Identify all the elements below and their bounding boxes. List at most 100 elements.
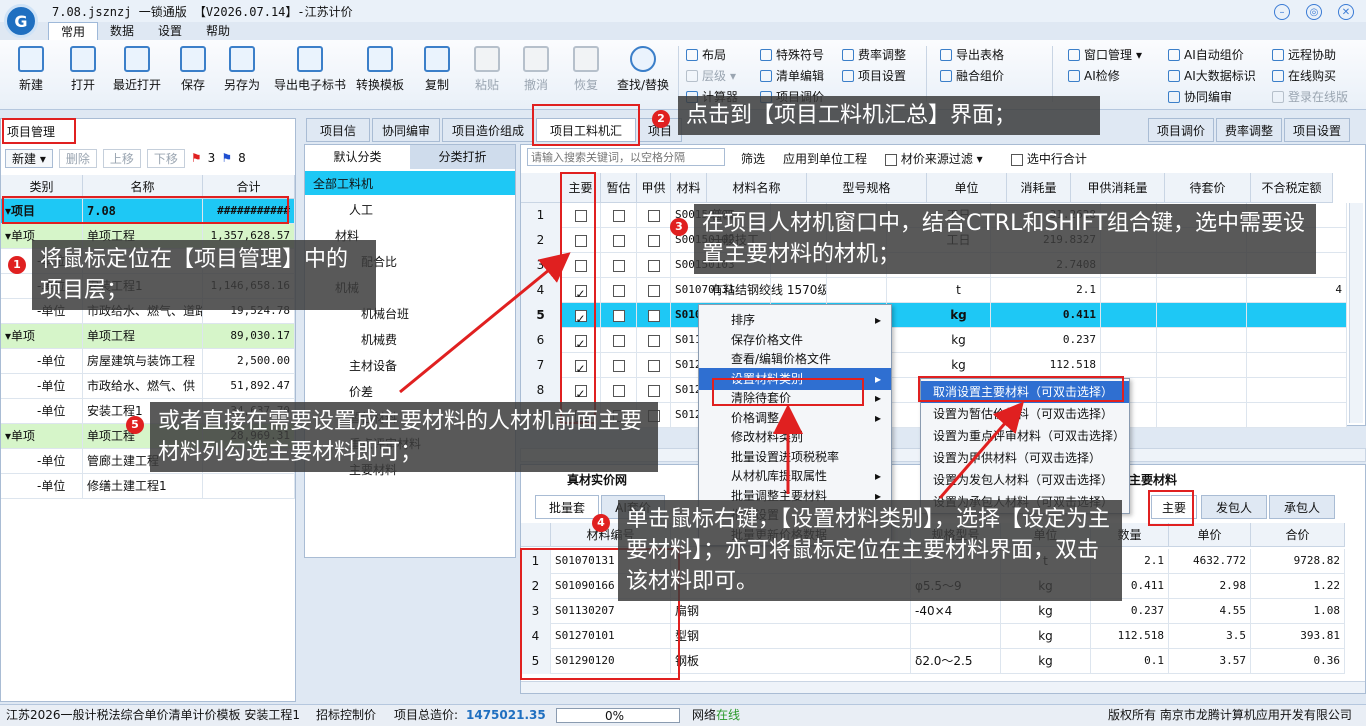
supply-material-checkbox[interactable] xyxy=(647,259,660,272)
online-buy-button[interactable]: 在线购买 xyxy=(1272,67,1336,84)
tab-project-info[interactable]: 项目信息 xyxy=(306,118,370,162)
filter-button[interactable]: 筛选 xyxy=(741,150,765,167)
est-material-checkbox[interactable] xyxy=(612,284,625,297)
main-material-checkbox[interactable] xyxy=(574,332,587,353)
material-row[interactable]: 7S0127kg112.518 xyxy=(521,353,1347,378)
delete-button[interactable]: 删除 xyxy=(58,148,97,168)
category-item[interactable]: 主材设备 xyxy=(349,357,397,374)
tab-employer[interactable]: 发包人 xyxy=(1201,495,1267,519)
main-material-row[interactable]: 3 S01130207 扁钢 -40×4 kg 0.237 4.55 1.08 xyxy=(521,599,1345,624)
source-filter-checkbox[interactable] xyxy=(885,153,897,166)
submenu-item[interactable]: 设置为暂估价材料（可双击选择） xyxy=(921,403,1129,425)
submenu-item[interactable]: 取消设置主要材料（可双击选择） xyxy=(921,381,1129,403)
tab-contractor[interactable]: 承包人 xyxy=(1269,495,1335,519)
selected-sum-toggle[interactable]: 选中行合计 xyxy=(1011,150,1087,167)
submenu-item[interactable]: 设置为重点评审材料（可双击选择） xyxy=(921,425,1129,447)
export-table-button[interactable]: 导出表格 xyxy=(940,46,1004,63)
bill-edit-button[interactable]: 清单编辑 xyxy=(760,67,824,84)
supply-material-checkbox[interactable] xyxy=(647,359,660,372)
col-header-type[interactable]: 类别 xyxy=(1,175,83,199)
grid-col-header[interactable]: 主要 xyxy=(561,173,601,203)
grid-col-header[interactable]: 不合税定额 xyxy=(1251,173,1333,203)
tab-settings[interactable]: 设置 xyxy=(146,22,194,40)
supply-material-checkbox[interactable] xyxy=(647,309,660,322)
main-material-checkbox[interactable] xyxy=(574,234,587,247)
submenu-item[interactable]: 设置为发包人材料（可双击选择） xyxy=(921,469,1129,491)
remote-assist-button[interactable]: 远程协助 xyxy=(1272,46,1336,63)
material-search-input[interactable] xyxy=(527,148,725,166)
est-material-checkbox[interactable] xyxy=(612,209,625,222)
apply-to-unit-button[interactable]: 应用到单位工程 xyxy=(783,150,867,167)
restore-icon[interactable]: ◎ xyxy=(1306,4,1322,20)
level-button[interactable]: 层级 ▾ xyxy=(686,67,736,84)
tab-default-category[interactable]: 默认分类 xyxy=(305,145,410,169)
main-material-checkbox[interactable] xyxy=(574,259,587,272)
project-tree-row[interactable]: -单位 修缮土建工程1 xyxy=(1,474,295,499)
submenu-item[interactable]: 设置为甲供材料（可双击选择） xyxy=(921,447,1129,469)
recent-open-button[interactable]: 最近打开 xyxy=(113,46,161,93)
layout-button[interactable]: 布局 xyxy=(686,46,726,63)
main-material-checkbox[interactable] xyxy=(574,209,587,222)
grid-col-header[interactable]: 单位 xyxy=(927,173,1007,203)
est-material-checkbox[interactable] xyxy=(612,334,625,347)
tab-project-settings[interactable]: 项目设置 xyxy=(1284,118,1350,142)
project-tree-row[interactable]: -单位 市政给水、燃气、供 51,892.47 xyxy=(1,374,295,399)
grid-vertical-scrollbar[interactable] xyxy=(1349,203,1363,423)
save-as-button[interactable]: 另存为 xyxy=(224,46,260,93)
red-flag-icon[interactable]: ⚑ xyxy=(191,151,202,165)
category-item[interactable]: 价差 xyxy=(349,383,373,400)
material-row[interactable]: 6S0113-40×4kg0.237 xyxy=(521,328,1347,353)
tab-main[interactable]: 主要 xyxy=(1151,495,1197,519)
tab-help[interactable]: 帮助 xyxy=(194,22,242,40)
move-down-button[interactable]: 下移 xyxy=(146,148,185,168)
grid-col-header[interactable]: 甲供消耗量 xyxy=(1071,173,1165,203)
tab-project-material-summary[interactable]: 项目工料机汇总 xyxy=(536,118,636,162)
est-material-checkbox[interactable] xyxy=(612,359,625,372)
minimize-icon[interactable]: – xyxy=(1274,4,1290,20)
bottom-col-header[interactable]: 合价 xyxy=(1251,523,1345,547)
tab-price-adjust[interactable]: 项目调价 xyxy=(1148,118,1214,142)
open-button[interactable]: 打开 xyxy=(70,46,96,93)
main-material-row[interactable]: 5 S01290120 钢板 δ2.0～2.5 kg 0.1 3.57 0.36 xyxy=(521,649,1345,674)
tab-fee-adjust[interactable]: 费率调整 xyxy=(1216,118,1282,142)
project-tree-row[interactable]: ▾单项 单项工程 89,030.17 xyxy=(1,324,295,349)
project-tree-row[interactable]: ▾项目 7.08 ########### xyxy=(1,199,295,224)
login-online-button[interactable]: 登录在线版 xyxy=(1272,88,1348,105)
merge-price-button[interactable]: 融合组价 xyxy=(940,67,1004,84)
tab-category-discount[interactable]: 分类打折 xyxy=(410,145,515,169)
copy-button[interactable]: 复制 xyxy=(424,46,450,93)
selected-sum-checkbox[interactable] xyxy=(1011,153,1023,166)
main-material-checkbox[interactable] xyxy=(574,382,587,403)
tab-common[interactable]: 常用 xyxy=(48,22,99,40)
col-header-name[interactable]: 名称 xyxy=(83,175,203,199)
main-material-checkbox[interactable] xyxy=(574,307,587,328)
supply-material-checkbox[interactable] xyxy=(647,284,660,297)
new-button[interactable]: 新建 xyxy=(18,46,44,93)
tab-batch-price[interactable]: 批量套价 xyxy=(535,495,599,539)
grid-col-header[interactable]: 消耗量 xyxy=(1007,173,1071,203)
special-symbol-button[interactable]: 特殊符号 xyxy=(760,46,824,63)
tab-data[interactable]: 数据 xyxy=(98,22,146,40)
app-logo-icon[interactable]: G xyxy=(4,4,38,38)
new-dropdown[interactable]: 新建 ▾ xyxy=(5,148,53,168)
supply-material-checkbox[interactable] xyxy=(647,384,660,397)
export-bid-button[interactable]: 导出电子标书 xyxy=(274,46,346,93)
tab-collab-review[interactable]: 协同编审 xyxy=(372,118,440,142)
grid-col-header[interactable]: 暂估 xyxy=(601,173,637,203)
source-filter-dropdown[interactable]: 材价来源过滤 ▾ xyxy=(885,150,983,167)
material-row[interactable]: 4S01070131有粘结钢绞线 1570级t2.14 xyxy=(521,278,1347,303)
supply-material-checkbox[interactable] xyxy=(647,334,660,347)
main-material-checkbox[interactable] xyxy=(574,357,587,378)
bottom-col-header[interactable]: 单价 xyxy=(1169,523,1251,547)
undo-button[interactable]: 撤消 xyxy=(523,46,549,93)
col-header-total[interactable]: 合计 xyxy=(203,175,295,199)
project-tree-row[interactable]: -单位 房屋建筑与装饰工程 2,500.00 xyxy=(1,349,295,374)
est-material-checkbox[interactable] xyxy=(612,309,625,322)
main-material-row[interactable]: 4 S01270101 型钢 kg 112.518 3.5 393.81 xyxy=(521,624,1345,649)
project-settings-button[interactable]: 项目设置 xyxy=(842,67,906,84)
save-button[interactable]: 保存 xyxy=(180,46,206,93)
est-material-checkbox[interactable] xyxy=(612,384,625,397)
ai-auto-price-button[interactable]: AI自动组价 xyxy=(1168,46,1244,63)
category-item[interactable]: 全部工料机 xyxy=(313,175,373,192)
main-material-checkbox[interactable] xyxy=(574,282,587,303)
